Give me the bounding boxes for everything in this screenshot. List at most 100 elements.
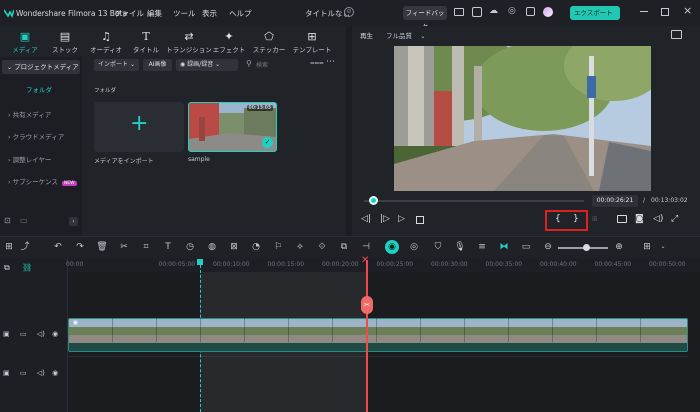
scissors-icon[interactable]: ✂ xyxy=(117,240,131,254)
undo-icon[interactable]: ↶ xyxy=(51,240,65,254)
ai-image-button[interactable]: AI画像 xyxy=(143,59,172,71)
screenshot-icon[interactable] xyxy=(472,7,482,17)
speed-icon[interactable]: ◷ xyxy=(183,240,197,254)
playback-progress[interactable] xyxy=(364,200,584,202)
timer-icon[interactable]: ◔ xyxy=(249,240,263,254)
quality-dropdown[interactable]: フル品質 ⌄ xyxy=(386,30,426,40)
account-box-icon[interactable] xyxy=(526,7,535,16)
motion-icon[interactable]: ⚐ xyxy=(271,240,285,254)
caption-icon[interactable]: ▭ xyxy=(519,240,533,254)
zoom-in-icon[interactable]: ⊕ xyxy=(612,240,626,254)
list-icon[interactable]: ≡ xyxy=(475,240,489,254)
zoom-out-icon[interactable]: ⊖ xyxy=(541,240,555,254)
delete-icon[interactable]: 🗑 xyxy=(95,240,109,254)
link-track-icon[interactable]: ⛓ xyxy=(22,263,32,272)
scissors-icon[interactable]: ✂ xyxy=(361,296,373,314)
mark-in-flag[interactable] xyxy=(197,259,203,265)
playhead-x-icon[interactable]: ✕ xyxy=(361,256,369,266)
redo-icon[interactable]: ↷ xyxy=(73,240,87,254)
cloud-status-icon[interactable]: ⊘ xyxy=(344,7,354,17)
clip-thumbnail[interactable]: 00:13:03 ✓ xyxy=(188,102,277,152)
snapshot-icon[interactable] xyxy=(671,30,682,39)
tab-stickers[interactable]: ⬠ ステッカー xyxy=(249,30,289,54)
menu-edit[interactable]: 編集 xyxy=(147,8,162,19)
fullscreen-icon[interactable]: ⤢ xyxy=(671,214,678,224)
close-icon[interactable]: × xyxy=(683,4,692,17)
more-options-icon[interactable]: ⋯ xyxy=(326,57,335,67)
volume-icon[interactable]: ◁) xyxy=(653,214,663,224)
sidebar-project-media[interactable]: ⌄ プロジェクトメディア xyxy=(2,60,80,74)
next-frame-icon[interactable]: |▷ xyxy=(380,214,390,224)
filter-icon[interactable]: ⩶ xyxy=(310,58,324,68)
mask-icon[interactable]: ⟐ xyxy=(315,240,329,254)
zoom-slider-handle[interactable] xyxy=(583,244,590,251)
export-button[interactable]: エクスポート ⌄ xyxy=(570,6,620,31)
sidebar-item-subsequence[interactable]: › サブシーケンス NEW xyxy=(0,176,82,186)
tab-media[interactable]: ▣ メディア xyxy=(5,30,45,54)
menu-tools[interactable]: ツール xyxy=(173,8,196,19)
color-icon[interactable]: ◍ xyxy=(205,240,219,254)
support-icon[interactable]: ◎ xyxy=(508,6,516,16)
speaker-icon[interactable]: ◁) xyxy=(37,330,45,338)
sidebar-folder[interactable]: フォルダ xyxy=(26,84,52,94)
menu-view[interactable]: 表示 xyxy=(202,8,217,19)
search-input[interactable] xyxy=(256,59,304,71)
tab-titles[interactable]: T タイトル xyxy=(126,30,166,54)
chevron-down-icon[interactable]: ⌄ xyxy=(656,240,670,254)
avatar[interactable] xyxy=(543,7,553,17)
menu-file[interactable]: ファイル xyxy=(114,8,144,19)
marker-icon[interactable]: ⊞ xyxy=(592,215,598,223)
grid-view-icon[interactable]: ⊞ xyxy=(640,240,654,254)
import-media-tile[interactable]: + xyxy=(94,102,184,152)
snap-icon[interactable]: ◎ xyxy=(407,240,421,254)
current-time[interactable]: 00:00:26:21 xyxy=(592,195,638,207)
collapse-sidebar-icon[interactable]: ‹ xyxy=(69,217,78,226)
shield-icon[interactable]: ⛉ xyxy=(431,240,445,254)
text-tool-icon[interactable]: T xyxy=(161,240,175,254)
crop-icon[interactable]: ⌗ xyxy=(139,240,153,254)
link-icon[interactable]: ⧓ xyxy=(497,240,511,254)
folder-icon[interactable]: ▭ xyxy=(20,330,27,338)
layout-grid-icon[interactable]: ⊞ xyxy=(2,240,16,254)
tab-playback[interactable]: 再生 xyxy=(360,30,373,40)
microphone-icon[interactable]: 🎙 xyxy=(453,240,467,254)
split-icon[interactable]: ⊣ xyxy=(359,240,373,254)
eye-icon[interactable]: ◉ xyxy=(52,330,58,338)
sidebar-item-cloud-media[interactable]: › クラウドメディア xyxy=(0,131,82,141)
sidebar-item-shared-media[interactable]: › 共有メディア xyxy=(0,109,82,119)
folder-icon[interactable]: ▭ xyxy=(20,369,27,377)
tab-effects[interactable]: ✦ エフェクト xyxy=(209,30,249,54)
feedback-button[interactable]: フィードバック xyxy=(403,6,447,31)
add-track-icon[interactable]: ⧉ xyxy=(4,263,10,273)
stop-icon[interactable] xyxy=(416,216,424,224)
cloud-icon[interactable]: ☁ xyxy=(489,6,498,16)
record-dropdown[interactable]: ◉ 録画/録音 ⌄ xyxy=(176,59,238,71)
maximize-icon[interactable] xyxy=(661,8,669,16)
detach-icon[interactable]: ⧉ xyxy=(337,240,351,254)
eye-icon[interactable]: ◉ xyxy=(52,369,58,377)
tab-audio[interactable]: ♫ オーディオ xyxy=(86,30,126,54)
camera-icon[interactable]: ◙ xyxy=(635,214,644,224)
tab-stock[interactable]: ▤ ストック xyxy=(45,30,85,54)
minimize-icon[interactable] xyxy=(640,11,648,12)
mark-out-button[interactable]: } xyxy=(573,214,579,224)
display-icon[interactable] xyxy=(617,215,627,223)
menu-help[interactable]: ヘルプ xyxy=(229,8,252,19)
play-icon[interactable]: ▷ xyxy=(398,214,405,224)
layout-icon[interactable] xyxy=(454,8,464,16)
mark-in-button[interactable]: { xyxy=(555,214,561,224)
folder-icon[interactable]: ▭ xyxy=(20,216,28,225)
speaker-icon[interactable]: ◁) xyxy=(37,369,45,377)
ai-tool-icon[interactable]: ⊠ xyxy=(227,240,241,254)
playhead[interactable] xyxy=(366,260,368,412)
select-tool-icon[interactable]: ⤴ xyxy=(18,240,32,254)
timeline-ruler[interactable]: 00:00 00:00:05:00 00:00:10:00 00:00:15:00 00… xyxy=(66,258,700,272)
render-icon[interactable]: ◉ xyxy=(385,240,399,254)
add-folder-icon[interactable]: ⊡ xyxy=(4,216,11,225)
progress-handle[interactable] xyxy=(369,196,378,205)
tab-transitions[interactable]: ⇄ トランジション xyxy=(166,30,212,54)
import-dropdown[interactable]: インポート ⌄ xyxy=(94,59,139,71)
keyframe-icon[interactable]: ⟡ xyxy=(293,240,307,254)
sidebar-item-adjustment-layer[interactable]: › 調整レイヤー xyxy=(0,154,82,164)
previous-frame-icon[interactable]: ◁| xyxy=(361,214,371,224)
